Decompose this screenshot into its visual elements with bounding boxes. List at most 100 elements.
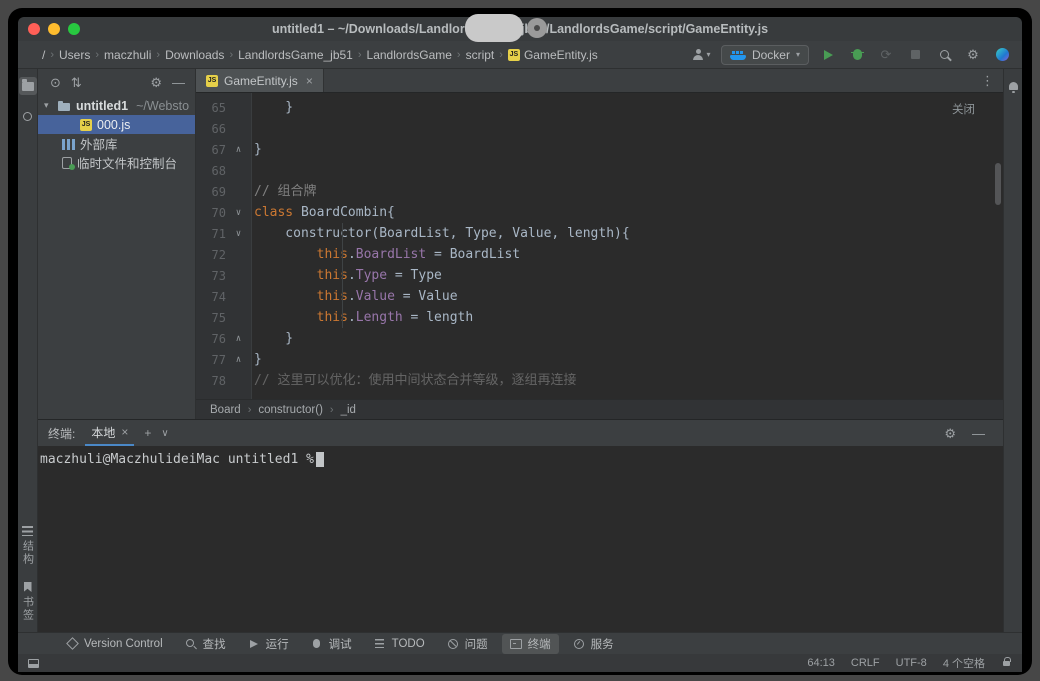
run-configuration-select[interactable]: Docker ▾	[721, 45, 809, 65]
lock-icon[interactable]	[1003, 661, 1010, 666]
code-line[interactable]: class BoardCombin{	[254, 202, 1003, 223]
new-terminal-icon[interactable]: +	[144, 426, 151, 440]
code-line[interactable]: this.Value = Value	[254, 286, 1003, 307]
tree-item-root-untitled1[interactable]: ▾untitled1~/Websto	[38, 96, 195, 115]
locate-file-icon[interactable]: ⊙	[50, 76, 61, 89]
right-tool-stripe	[1003, 69, 1022, 632]
zoom-window-button[interactable]	[68, 23, 80, 35]
fold-marker-icon[interactable]: ∧	[226, 355, 251, 365]
project-toolwindow-button[interactable]	[19, 77, 37, 95]
breadcrumb-item[interactable]: maczhuli	[104, 48, 151, 62]
terminal-tab-bar: 终端: 本地 × + ∨ ⚙ —	[38, 420, 1003, 446]
toolwindow-toggle-button[interactable]	[24, 654, 42, 672]
fold-marker-icon[interactable]: ∧	[226, 334, 251, 344]
code-token: Length	[356, 310, 403, 325]
chevron-down-icon[interactable]: ∨	[161, 428, 168, 439]
line-number: 75	[196, 311, 226, 325]
rerun-button[interactable]: ⟳	[876, 45, 896, 65]
toolwindow-button-structure[interactable]: 结构	[20, 526, 36, 566]
code-token: .	[348, 247, 356, 262]
code-line[interactable]: }	[254, 328, 1003, 349]
code-line[interactable]: // 这里可以优化：使用中间状态合并等级，逐组再连接	[254, 370, 1003, 391]
code-line[interactable]: }	[254, 139, 1003, 160]
fold-marker-icon[interactable]: ∨	[226, 229, 251, 239]
toolwindow-button-version-control[interactable]: Version Control	[58, 636, 171, 652]
hide-panel-icon[interactable]: —	[172, 76, 185, 89]
code-editor[interactable]: 656667∧686970∨71∨7273747576∧77∧78 }}// 组…	[196, 93, 1003, 399]
line-number: 76	[196, 332, 226, 346]
editor-breadcrumb-item[interactable]: _id	[341, 404, 356, 416]
code-line[interactable]: this.Type = Type	[254, 265, 1003, 286]
terminal-output[interactable]: maczhuli@MaczhulideiMac untitled1 %	[38, 446, 1003, 632]
status-indent-style[interactable]: 4 个空格	[943, 655, 985, 671]
toolwindow-button-terminal[interactable]: 终端	[502, 634, 559, 654]
breadcrumb-item[interactable]: LandlordsGame_jb51	[238, 48, 353, 62]
code-line[interactable]: this.Length = length	[254, 307, 1003, 328]
chevron-down-icon[interactable]: ▾	[44, 100, 53, 111]
status-caret-position[interactable]: 64:13	[807, 657, 835, 669]
notifications-button[interactable]	[1004, 77, 1022, 95]
toolwindow-button-run[interactable]: 运行	[240, 634, 297, 654]
commit-toolwindow-button[interactable]	[19, 107, 37, 125]
breadcrumb-item[interactable]: Downloads	[165, 48, 224, 62]
vcs-icon	[66, 638, 78, 650]
search-everywhere-button[interactable]	[934, 45, 954, 65]
editor-breadcrumb-item[interactable]: Board	[210, 404, 241, 416]
code-line[interactable]: }	[254, 349, 1003, 370]
tree-item-file-000-js[interactable]: JS000.js	[38, 115, 195, 134]
gutter-line: 67∧	[196, 139, 251, 160]
hide-panel-icon[interactable]: —	[972, 427, 985, 440]
toolwindow-button-find[interactable]: 查找	[177, 634, 234, 654]
code-line[interactable]: // 组合牌	[254, 181, 1003, 202]
settings-button[interactable]: ⚙	[963, 45, 983, 65]
line-number: 78	[196, 374, 226, 388]
minimize-window-button[interactable]	[48, 23, 60, 35]
toolwindow-button-bookmarks[interactable]: 书签	[20, 582, 36, 622]
fold-marker-icon[interactable]: ∧	[226, 145, 251, 155]
stop-button[interactable]	[905, 45, 925, 65]
gear-icon[interactable]: ⚙	[944, 427, 956, 440]
breadcrumb-label: LandlordsGame	[367, 48, 452, 62]
tab-options-icon[interactable]: ⋮	[972, 69, 1003, 92]
profile-icon[interactable]: ▾	[692, 45, 712, 65]
close-window-button[interactable]	[28, 23, 40, 35]
expand-collapse-icon[interactable]: ⇅	[71, 76, 82, 89]
editor-breadcrumb-item[interactable]: constructor()	[258, 404, 323, 416]
toolwindow-button-services[interactable]: 服务	[565, 634, 622, 654]
status-line-separator[interactable]: CRLF	[851, 657, 880, 669]
breadcrumb-item[interactable]: LandlordsGame	[367, 48, 452, 62]
code-line[interactable]: }	[254, 97, 1003, 118]
tab-gameentity-js[interactable]: JS GameEntity.js ×	[196, 69, 324, 92]
code-line[interactable]: this.BoardList = BoardList	[254, 244, 1003, 265]
toolwindow-button-todo[interactable]: TODO	[366, 636, 433, 652]
tree-item-scratches-and-consoles[interactable]: 临时文件和控制台	[38, 153, 195, 172]
status-file-encoding[interactable]: UTF-8	[896, 657, 927, 669]
gear-icon[interactable]: ⚙	[150, 76, 162, 89]
close-link[interactable]: 关闭	[952, 101, 975, 117]
toolwindow-button-debug[interactable]: 调试	[303, 634, 360, 654]
breadcrumb-item[interactable]: Users	[59, 48, 90, 62]
code-line[interactable]	[254, 118, 1003, 139]
toolwindow-button-problems[interactable]: 问题	[439, 634, 496, 654]
terminal-tab-local[interactable]: 本地 ×	[85, 420, 134, 446]
tree-item-external-libraries[interactable]: 外部库	[38, 134, 195, 153]
run-button[interactable]	[818, 45, 838, 65]
editor-scrollbar[interactable]	[995, 163, 1001, 205]
breadcrumb-item[interactable]: /	[42, 48, 45, 62]
toolwindow-toggle-icon	[28, 659, 39, 668]
code-line[interactable]	[254, 160, 1003, 181]
breadcrumb-item[interactable]: script	[466, 48, 495, 62]
breadcrumb-item[interactable]: JSGameEntity.js	[508, 48, 598, 62]
terminal-icon	[510, 638, 522, 650]
code-token	[254, 310, 317, 325]
code-line[interactable]: constructor(BoardList, Type, Value, leng…	[254, 223, 1003, 244]
breadcrumb-separator: ›	[457, 49, 461, 61]
debug-button[interactable]	[847, 45, 867, 65]
titlebar[interactable]: untitled1 – ~/Downloads/LandlordsGame_jb…	[18, 17, 1022, 41]
close-tab-icon[interactable]: ×	[306, 74, 313, 88]
close-tab-icon[interactable]: ×	[121, 425, 128, 439]
debug-icon	[311, 638, 323, 650]
fold-marker-icon[interactable]: ∨	[226, 208, 251, 218]
code-with-me-button[interactable]	[992, 45, 1012, 65]
code-content[interactable]: }} // 组合牌class BoardCombin{ constructor(B…	[252, 93, 1003, 399]
